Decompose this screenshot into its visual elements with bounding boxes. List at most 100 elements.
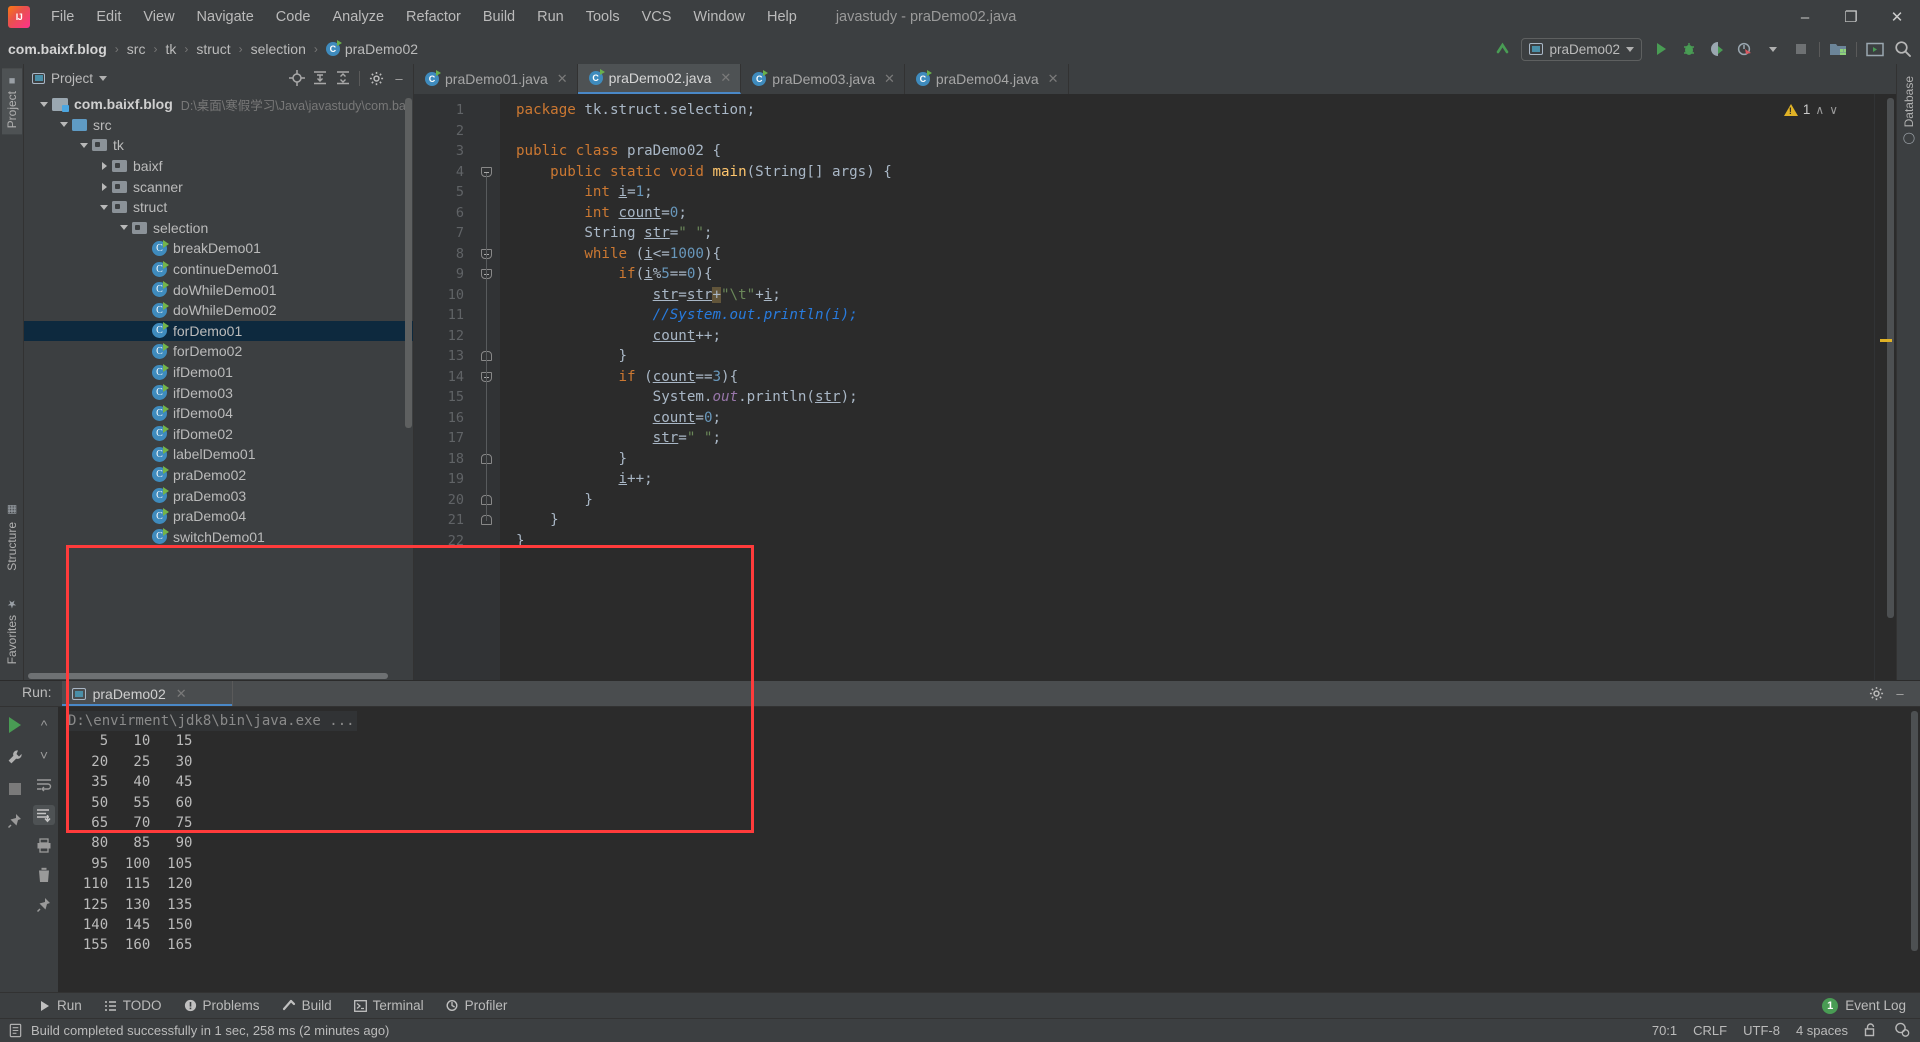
line-number[interactable]: 22 (414, 531, 474, 552)
code-line[interactable]: public static void main(String[] args) { (516, 162, 1874, 183)
rerun-icon[interactable] (4, 715, 26, 735)
run-with-coverage-icon[interactable] (1704, 36, 1730, 62)
editor-tab-praDemo02[interactable]: praDemo02.java ✕ (577, 64, 742, 94)
settings-gear-icon[interactable] (366, 68, 386, 88)
code-line[interactable]: } (516, 510, 1874, 531)
tree-item[interactable]: struct (24, 197, 413, 218)
code-line[interactable] (516, 121, 1874, 142)
debug-button[interactable] (1676, 36, 1702, 62)
tree-item[interactable]: switchDemo01 (24, 526, 413, 547)
code-line[interactable]: int i=1; (516, 182, 1874, 203)
editor-fold-column[interactable] (474, 94, 500, 680)
bottom-tab-todo[interactable]: TODO (93, 998, 173, 1013)
code-line[interactable]: i++; (516, 469, 1874, 490)
code-line[interactable]: //System.out.println(i); (516, 305, 1874, 326)
pin-tab-icon[interactable] (33, 895, 55, 915)
chevron-down-icon[interactable] (116, 225, 132, 231)
line-number[interactable]: 19 (414, 469, 474, 490)
project-tree-scrollbar[interactable] (405, 98, 412, 428)
tree-item[interactable]: com.baixf.blog D:\桌面\寒假学习\Java\javastudy\… (24, 94, 413, 115)
hide-panel-icon[interactable]: – (1890, 684, 1910, 704)
line-number[interactable]: 2 (414, 121, 474, 142)
tree-item[interactable]: praDemo04 (24, 506, 413, 527)
collapse-all-icon[interactable] (333, 68, 353, 88)
build-project-icon[interactable] (1825, 36, 1851, 62)
editor-tab-praDemo04[interactable]: praDemo04.java ✕ (905, 64, 1069, 94)
soft-wrap-icon[interactable] (33, 775, 55, 795)
project-tree[interactable]: com.baixf.blog D:\桌面\寒假学习\Java\javastudy\… (24, 92, 413, 672)
line-number[interactable]: 21 (414, 510, 474, 531)
line-number[interactable]: 8 (414, 244, 474, 265)
line-number[interactable]: 15 (414, 387, 474, 408)
bottom-tab-problems[interactable]: Problems (173, 998, 271, 1013)
breadcrumb-item-0[interactable]: com.baixf.blog (8, 41, 107, 57)
code-line[interactable]: System.out.println(str); (516, 387, 1874, 408)
menu-item-file[interactable]: File (40, 5, 85, 29)
line-number[interactable]: 17 (414, 428, 474, 449)
unlocked-icon[interactable] (1864, 1022, 1878, 1040)
close-icon[interactable]: ✕ (884, 71, 895, 87)
hide-panel-icon[interactable]: – (389, 68, 409, 88)
tree-item[interactable]: doWhileDemo01 (24, 279, 413, 300)
code-line[interactable]: if (count==3){ (516, 367, 1874, 388)
up-arrow-icon[interactable]: ^ (33, 715, 55, 735)
code-line[interactable]: package tk.struct.selection; (516, 100, 1874, 121)
run-console-output[interactable]: D:\envirment\jdk8\bin\java.exe ... 5 10 … (58, 707, 1920, 992)
chevron-down-icon[interactable] (56, 122, 72, 128)
scroll-to-end-icon[interactable] (33, 805, 55, 825)
menu-item-analyze[interactable]: Analyze (321, 5, 395, 29)
run-button[interactable] (1648, 36, 1674, 62)
menu-item-code[interactable]: Code (265, 5, 322, 29)
menu-item-help[interactable]: Help (756, 5, 808, 29)
down-arrow-icon[interactable]: ˅ (33, 745, 55, 765)
line-number[interactable]: 11 (414, 305, 474, 326)
profiler-icon[interactable] (1732, 36, 1758, 62)
search-everywhere-icon[interactable] (1890, 36, 1916, 62)
run-configuration-selector[interactable]: praDemo02 (1521, 37, 1642, 61)
sidebar-item-database[interactable]: ◯ Database (1899, 70, 1919, 151)
code-line[interactable]: str=" "; (516, 428, 1874, 449)
maximize-button[interactable]: ❐ (1828, 0, 1874, 34)
bottom-tab-profiler[interactable]: Profiler (435, 998, 519, 1013)
line-number[interactable]: 16 (414, 408, 474, 429)
tree-item[interactable]: selection (24, 218, 413, 239)
trash-icon[interactable] (33, 865, 55, 885)
editor-code[interactable]: package tk.struct.selection; public clas… (500, 94, 1874, 680)
code-line[interactable]: int count=0; (516, 203, 1874, 224)
line-number[interactable]: 7 (414, 223, 474, 244)
line-number[interactable]: 10 (414, 285, 474, 306)
line-number[interactable]: 14 (414, 367, 474, 388)
line-number[interactable]: 1 (414, 100, 474, 121)
expand-all-icon[interactable] (310, 68, 330, 88)
tree-item[interactable]: ifDemo01 (24, 362, 413, 383)
tree-item[interactable]: baixf (24, 156, 413, 177)
indent-setting[interactable]: 4 spaces (1796, 1023, 1848, 1038)
chevron-right-icon[interactable] (96, 162, 112, 171)
inspection-widget[interactable]: 1 ∧ ∨ (1783, 102, 1838, 117)
bottom-tab-run[interactable]: Run (28, 998, 93, 1013)
bottom-tab-build[interactable]: Build (271, 998, 343, 1013)
chevron-down-icon[interactable] (96, 204, 112, 210)
breadcrumb-item-2[interactable]: tk (165, 41, 176, 57)
settings-gear-icon[interactable] (1866, 684, 1886, 704)
line-number[interactable]: 20 (414, 490, 474, 511)
print-icon[interactable] (33, 835, 55, 855)
menu-item-tools[interactable]: Tools (575, 5, 631, 29)
close-button[interactable]: ✕ (1874, 0, 1920, 34)
tree-item[interactable]: ifDome02 (24, 424, 413, 445)
tree-item[interactable]: src (24, 115, 413, 136)
line-number[interactable]: 18 (414, 449, 474, 470)
locate-icon[interactable] (287, 68, 307, 88)
update-project-icon[interactable] (1489, 36, 1515, 62)
code-line[interactable]: } (516, 449, 1874, 470)
chevron-down-icon[interactable] (1760, 36, 1786, 62)
code-line[interactable]: } (516, 346, 1874, 367)
close-icon[interactable]: ✕ (1048, 71, 1059, 87)
line-separator[interactable]: CRLF (1693, 1023, 1727, 1038)
line-number[interactable]: 3 (414, 141, 474, 162)
sidebar-item-favorites[interactable]: Favorites ★ (2, 591, 22, 670)
stop-button[interactable] (1788, 36, 1814, 62)
menu-item-view[interactable]: View (132, 5, 185, 29)
tree-item[interactable]: forDemo01 (24, 320, 413, 342)
editor-gutter[interactable]: 1 2 3 4 5 6 7 8 9 10 11 12 13 14 15 16 17 18 19 20 21 22 (414, 94, 474, 680)
